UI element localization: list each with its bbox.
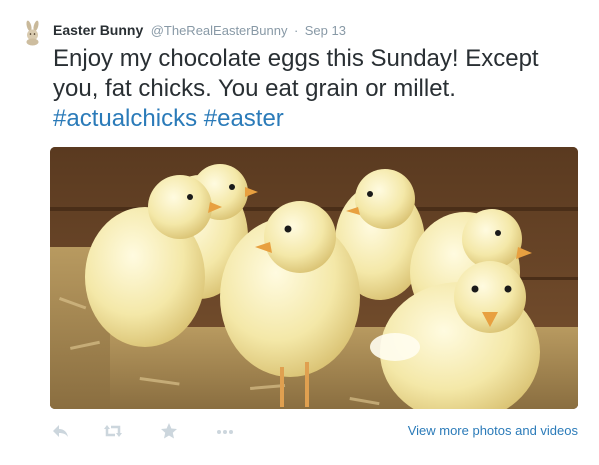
favorite-icon [161,423,177,439]
reply-button[interactable] [50,420,72,442]
tweet-body-text: Enjoy my chocolate eggs this Sunday! Exc… [53,45,539,102]
chicks-photo [50,147,578,409]
avatar[interactable] [20,20,46,46]
favorite-button[interactable] [158,420,180,442]
more-icon [217,430,233,434]
bunny-avatar-icon [20,20,46,46]
separator: · [293,23,299,38]
hashtag-actualchicks[interactable]: #actualchicks [53,105,197,132]
hashtag-easter[interactable]: #easter [204,105,284,132]
reply-icon [53,425,68,437]
timestamp[interactable]: Sep 13 [305,23,346,38]
retweet-button[interactable] [102,420,124,442]
retweet-icon [104,425,122,437]
view-more-link[interactable]: View more photos and videos [408,423,578,438]
more-button[interactable] [214,420,236,442]
tweet-header: Easter Bunny @TheRealEasterBunny · Sep 1… [53,22,346,40]
tweet-text: Enjoy my chocolate eggs this Sunday! Exc… [53,44,583,134]
author-handle[interactable]: @TheRealEasterBunny [151,23,288,38]
author-name[interactable]: Easter Bunny [53,22,143,38]
tweet-actions: View more photos and videos [50,420,580,444]
tweet-photo[interactable] [50,147,578,409]
tweet: Easter Bunny @TheRealEasterBunny · Sep 1… [0,0,599,465]
